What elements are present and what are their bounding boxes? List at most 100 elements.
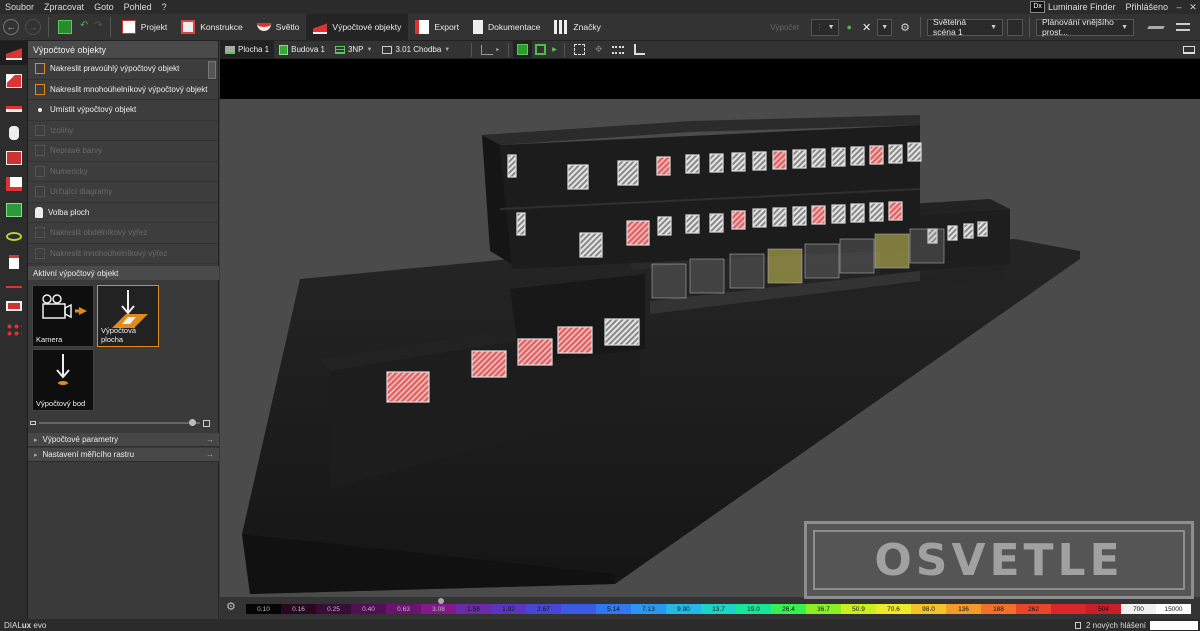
legend-cell: 2.67 [526, 604, 561, 614]
object-camera[interactable]: Kamera [32, 285, 94, 347]
light-curve-tool[interactable] [0, 249, 28, 275]
measure-button[interactable] [629, 41, 650, 59]
legend-cell: 0.10 [246, 604, 281, 614]
tab-projekt[interactable]: Projekt [115, 14, 174, 41]
menu-pohled[interactable]: Pohled [119, 2, 157, 12]
exit-sign-tool[interactable] [0, 197, 28, 223]
calc-dropdown[interactable]: ⋮ ▼ [811, 18, 839, 36]
tool-draw-polygon[interactable]: Nakreslit mnohoúhelníkový výpočtový obje… [28, 79, 218, 100]
menu-goto[interactable]: Goto [89, 2, 119, 12]
forward-icon[interactable]: → [25, 19, 41, 35]
close-icon[interactable]: ✕ [1186, 2, 1200, 13]
view-solid-button[interactable] [513, 40, 533, 59]
grid-points-tool[interactable] [0, 317, 28, 343]
monitor-button[interactable] [1178, 41, 1200, 59]
cancel-dropdown[interactable]: ▼ [877, 18, 893, 36]
building-window [604, 318, 640, 346]
object-calc-point[interactable]: Výpočtový bod [32, 349, 94, 411]
legend-settings-gear-icon[interactable]: ⚙ [226, 600, 240, 614]
view-outline-button[interactable] [532, 41, 549, 59]
login-label: Přihlášeno [1125, 2, 1168, 12]
building-window [516, 212, 526, 236]
tab-svetlo[interactable]: Světlo [250, 14, 307, 41]
tool-label: Numericky [50, 166, 88, 176]
tile-size-slider[interactable] [30, 419, 210, 427]
zoom-fit-button[interactable] [569, 41, 590, 59]
calc-run-icon[interactable]: ● [847, 22, 852, 32]
breadcrumb-budova[interactable]: Budova 1 [274, 41, 330, 59]
building-window [888, 144, 903, 164]
tool-draw-rect-cutout[interactable]: Nakreslit obdélníkový výřez [28, 223, 218, 244]
l-shape-tool[interactable] [0, 171, 28, 197]
slider-handle[interactable] [189, 419, 196, 426]
notification-icon[interactable] [1074, 621, 1081, 629]
legend-cell: 5.14 [596, 604, 631, 614]
planning-dropdown[interactable]: Plánování vnějšího prost... ▼ [1036, 17, 1134, 37]
building-window [850, 146, 865, 166]
save-icon[interactable] [58, 20, 72, 34]
menu-zpracovat[interactable]: Zpracovat [39, 2, 89, 12]
building-window [752, 208, 767, 228]
chevron-right-icon: ▸ [34, 436, 38, 444]
tab-znacky[interactable]: Značky [547, 14, 607, 41]
breadcrumb-room[interactable]: 3.01 Chodba ▼ [377, 41, 455, 59]
tab-konstrukce[interactable]: Konstrukce [174, 14, 250, 41]
light-scene-dropdown[interactable]: Světelná scéna 1 ▼ [927, 17, 1003, 37]
tab-export[interactable]: Export [408, 14, 466, 41]
login-status[interactable]: Přihlášeno [1121, 2, 1172, 12]
cylinder-tool[interactable] [0, 121, 28, 145]
measure-icon[interactable] [1147, 25, 1165, 29]
tool-numeric[interactable]: Numericky [28, 161, 218, 182]
tool-place-object[interactable]: Umístit výpočtový objekt [28, 100, 218, 121]
legend-cell: 0.40 [351, 604, 386, 614]
luminaire-finder-button[interactable]: Dx Luminaire Finder [1024, 1, 1121, 13]
false-color-legend: ⚙ 0.10 0.16 0.25 0.40 0.63 3.08 1.58 1.92 2.67 5.… [220, 597, 1200, 619]
legend-cell [561, 604, 596, 614]
surface-tool[interactable] [0, 97, 28, 121]
pan-button[interactable]: ✥ [590, 41, 608, 59]
tool-draw-polygon-cutout[interactable]: Nakreslit mnohoúhelníkový výřez [28, 243, 218, 264]
section-grid-settings[interactable]: ▸ Nastavení měřicího rastru → [28, 448, 219, 462]
room-tool[interactable] [0, 145, 28, 171]
section-calc-parameters[interactable]: ▸ Výpočtové parametry → [28, 433, 219, 447]
grid-view-button[interactable]: ▸ [476, 41, 504, 59]
breadcrumb-floor[interactable]: 3NP ▼ [330, 41, 378, 59]
legend-cell: 19.0 [736, 604, 771, 614]
pin-icon[interactable]: → [206, 435, 214, 444]
calc-plane-tool[interactable] [0, 41, 28, 65]
align-button[interactable] [607, 41, 629, 59]
scene-settings-button[interactable] [1007, 18, 1023, 36]
view-more-button[interactable]: ▶ [549, 41, 560, 59]
chevron-down-icon[interactable]: ▼ [367, 47, 373, 53]
building-window [772, 150, 787, 170]
chevron-down-icon[interactable]: ▼ [444, 47, 450, 53]
chevron-right-icon: ▸ [34, 451, 38, 459]
panel-scrollbar[interactable] [208, 61, 216, 79]
pin-icon[interactable]: → [206, 450, 214, 459]
red-line-tool[interactable] [0, 275, 28, 295]
settings-gear-icon[interactable]: ⚙ [900, 21, 910, 34]
breadcrumb-plocha[interactable]: Plocha 1 [220, 40, 275, 59]
menu-soubor[interactable]: Soubor [0, 2, 39, 12]
tool-false-colors[interactable]: Nepravé barvy [28, 141, 218, 162]
object-calc-surface[interactable]: Výpočtová plocha [97, 285, 159, 347]
tab-vypoctove-objekty[interactable]: Výpočtové objekty [306, 13, 409, 41]
tool-diagrams[interactable]: Určující diagramy [28, 182, 218, 203]
menu-help[interactable]: ? [157, 2, 172, 12]
tool-draw-rect[interactable]: Nakreslit pravoúhlý výpočtový objekt [28, 59, 218, 80]
undo-icon[interactable]: ↶ [80, 20, 88, 34]
minimize-icon[interactable]: – [1172, 2, 1186, 12]
tool-isolines[interactable]: Izolíny [28, 120, 218, 141]
visibility-tool[interactable] [0, 223, 28, 249]
cancel-icon[interactable]: ✕ [862, 21, 871, 34]
back-icon[interactable]: ← [3, 19, 19, 35]
tool-select-surfaces[interactable]: Volba ploch [28, 202, 218, 223]
box-tool[interactable] [0, 65, 28, 97]
frame-tool[interactable] [0, 295, 28, 317]
menu-lines-icon[interactable] [1176, 23, 1190, 31]
notification-count[interactable]: 2 nových hlášení [1086, 621, 1150, 630]
polygon-calc-icon [35, 83, 45, 95]
3d-viewport[interactable] [220, 59, 1200, 597]
redo-icon[interactable]: ↷ [94, 20, 102, 34]
tab-dokumentace[interactable]: Dokumentace [466, 14, 547, 41]
